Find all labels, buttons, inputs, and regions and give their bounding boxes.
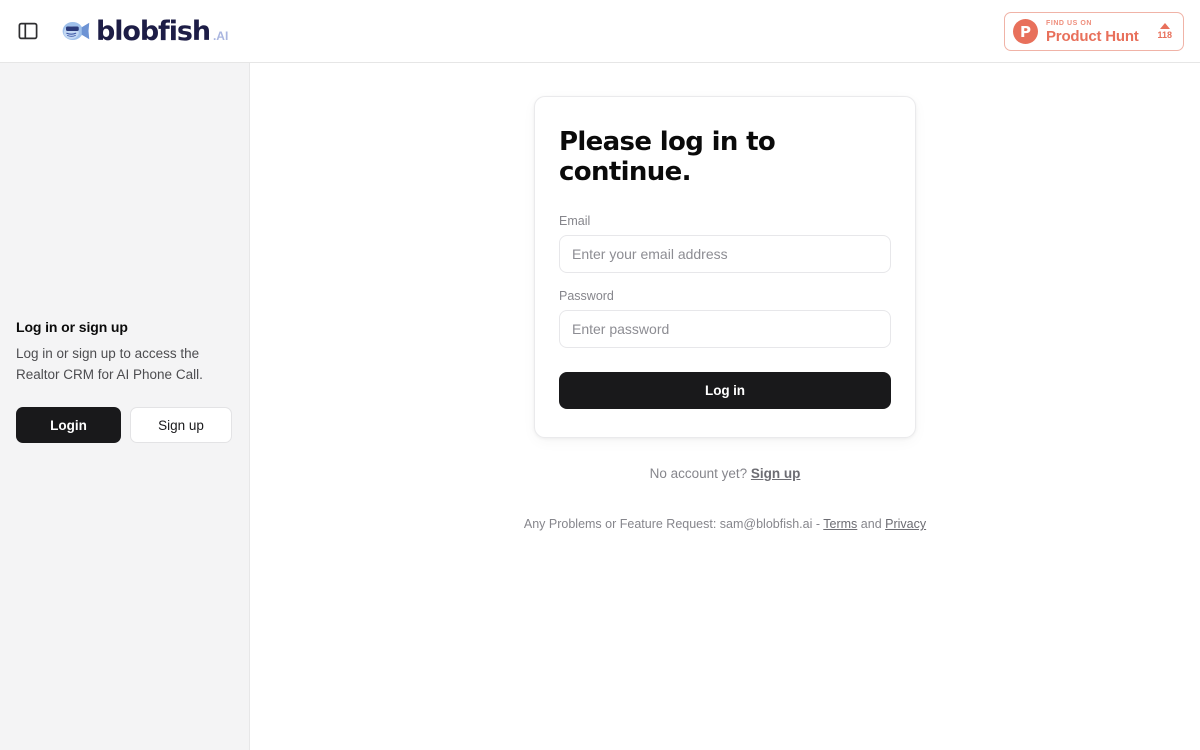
- email-label: Email: [559, 214, 591, 228]
- sidebar-heading: Log in or sign up: [16, 319, 128, 335]
- terms-link[interactable]: Terms: [823, 517, 857, 531]
- brand-suffix: .AI: [212, 28, 229, 43]
- footer-prefix: Any Problems or Feature Request: sam@blo…: [523, 517, 821, 531]
- page-title: Please log in to continue.: [559, 127, 776, 187]
- app-header: blobfish .AI P FIND US ON Product Hunt 1…: [0, 0, 1200, 63]
- sidebar-toggle-button[interactable]: [14, 17, 42, 45]
- footer-conjunction: and: [860, 517, 882, 531]
- sidebar-auth-panel: Log in or sign up Log in or sign up to a…: [16, 319, 233, 444]
- brand-logo[interactable]: blobfish .AI: [60, 18, 228, 45]
- footer-contact: Any Problems or Feature Request: sam@blo…: [524, 517, 926, 531]
- product-hunt-badge[interactable]: P FIND US ON Product Hunt 118: [1004, 12, 1184, 51]
- signup-link[interactable]: Sign up: [751, 466, 801, 481]
- app-root: blobfish .AI P FIND US ON Product Hunt 1…: [0, 0, 1200, 750]
- brand-name: blobfish: [96, 15, 211, 47]
- login-submit-button[interactable]: Log in: [559, 372, 891, 409]
- signup-prompt: No account yet? Sign up: [650, 466, 801, 481]
- product-hunt-logo-icon: P: [1013, 19, 1038, 44]
- product-hunt-title: Product Hunt: [1046, 27, 1139, 45]
- sidebar-login-button[interactable]: Login: [16, 407, 121, 444]
- email-field-group: Email: [559, 214, 891, 273]
- email-input[interactable]: [559, 235, 891, 273]
- sidebar: Log in or sign up Log in or sign up to a…: [0, 63, 250, 750]
- blobfish-logo-icon: [60, 19, 90, 43]
- sidebar-panel-icon: [18, 21, 38, 41]
- sidebar-description: Log in or sign up to access the Realtor …: [16, 346, 203, 382]
- product-hunt-upvote-count: 118: [1157, 30, 1172, 40]
- password-input[interactable]: [559, 310, 891, 348]
- login-card: Please log in to continue. Email Passwor…: [534, 96, 916, 438]
- sidebar-signup-button[interactable]: Sign up: [130, 407, 232, 444]
- main-content: Please log in to continue. Email Passwor…: [250, 63, 1200, 750]
- caret-up-icon: [1159, 23, 1170, 29]
- product-hunt-upvotes[interactable]: 118: [1157, 23, 1174, 40]
- product-hunt-kicker: FIND US ON: [1046, 19, 1092, 27]
- signup-prompt-text: No account yet?: [649, 466, 748, 481]
- privacy-link[interactable]: Privacy: [885, 517, 926, 531]
- product-hunt-copy: FIND US ON Product Hunt: [1046, 20, 1149, 44]
- password-label: Password: [559, 289, 614, 303]
- sidebar-auth-buttons: Login Sign up: [16, 407, 233, 444]
- password-field-group: Password: [559, 289, 891, 348]
- body-row: Log in or sign up Log in or sign up to a…: [0, 63, 1200, 750]
